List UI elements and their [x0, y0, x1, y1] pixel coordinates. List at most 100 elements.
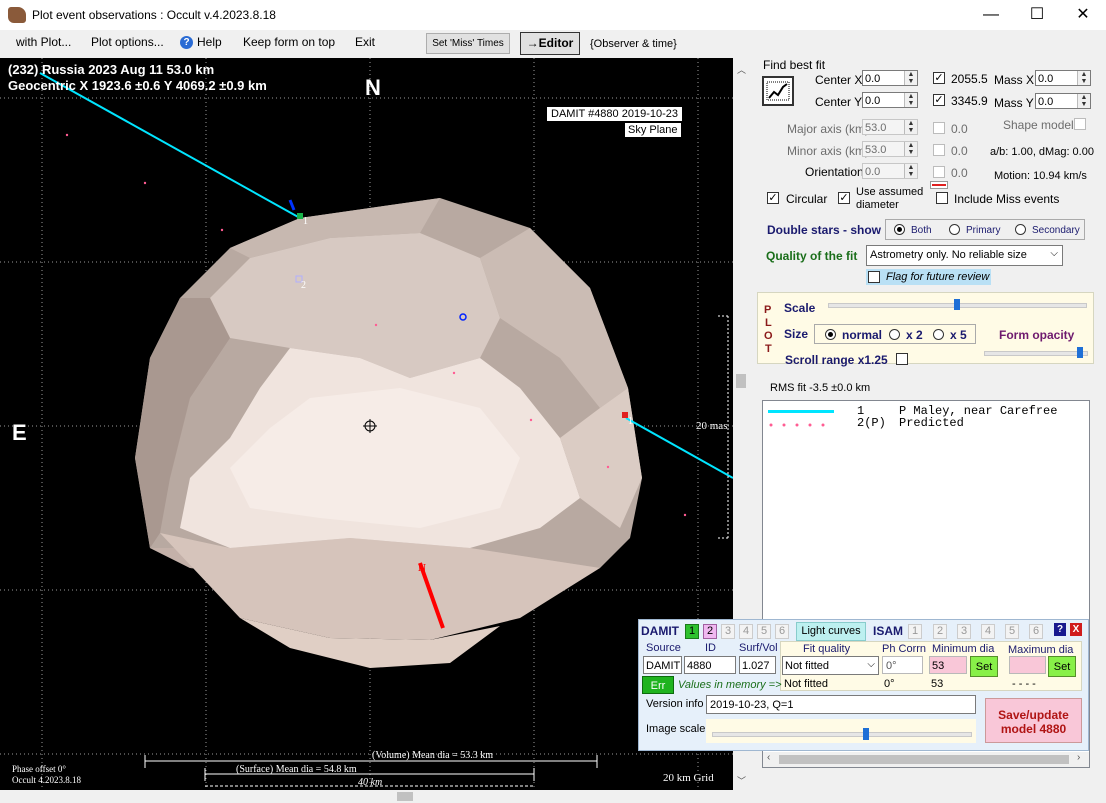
- major-axis-input[interactable]: 53.0 ▲ ▼: [862, 119, 918, 135]
- scroll-up-icon[interactable]: ︿: [737, 63, 746, 76]
- hscroll-thumb[interactable]: [397, 792, 413, 801]
- primary-radio[interactable]: [949, 224, 960, 235]
- isam-tab-2[interactable]: 2: [933, 624, 947, 639]
- maximize-button[interactable]: ☐: [1014, 0, 1060, 30]
- use-assumed-checkbox[interactable]: ✓: [838, 192, 850, 204]
- opacity-slider[interactable]: [984, 351, 1088, 356]
- isam-tab-6[interactable]: 6: [1029, 624, 1043, 639]
- isam-title: ISAM: [873, 624, 903, 638]
- light-curves-button[interactable]: Light curves: [796, 622, 866, 641]
- both-radio[interactable]: [894, 224, 905, 235]
- version-info-field[interactable]: 2019-10-23, Q=1: [706, 695, 976, 714]
- quality-fit-select[interactable]: Astrometry only. No reliable size ⌵: [866, 245, 1063, 266]
- damit-tab-2[interactable]: 2: [703, 624, 717, 639]
- fit-quality-select[interactable]: Not fitted ⌵: [782, 656, 879, 675]
- surfvol-field[interactable]: 1.027: [739, 656, 776, 674]
- scroll-range-checkbox[interactable]: [896, 353, 908, 365]
- menu-keep-on-top[interactable]: Keep form on top: [243, 35, 335, 49]
- isam-tab-5[interactable]: 5: [1005, 624, 1019, 639]
- north-label: N: [365, 75, 381, 100]
- min-dia-field[interactable]: 53: [929, 656, 967, 674]
- minimize-button[interactable]: —: [968, 0, 1014, 30]
- minor-fit-checkbox[interactable]: [933, 144, 945, 156]
- damit-tab-1[interactable]: 1: [685, 624, 699, 639]
- list-hscroll-thumb[interactable]: [779, 755, 1069, 764]
- isam-tab-3[interactable]: 3: [957, 624, 971, 639]
- spin-arrows-icon[interactable]: ▲ ▼: [904, 120, 917, 134]
- size-normal-label: normal: [842, 328, 883, 342]
- list-hscrollbar[interactable]: ‹ ›: [763, 752, 1089, 767]
- size-x5-radio[interactable]: [933, 329, 944, 340]
- chevron-down-icon: ⌵: [1050, 248, 1058, 259]
- major-fit-checkbox[interactable]: [933, 122, 945, 134]
- damit-tab-4[interactable]: 4: [739, 624, 753, 639]
- isam-tab-1[interactable]: 1: [908, 624, 922, 639]
- spin-arrows-icon[interactable]: ▲ ▼: [1077, 71, 1090, 85]
- size-normal-radio[interactable]: [825, 329, 836, 340]
- menu-exit[interactable]: Exit: [355, 35, 375, 49]
- save-update-button[interactable]: Save/update model 4880: [985, 698, 1082, 743]
- close-icon[interactable]: X: [1070, 623, 1082, 636]
- err-button[interactable]: Err: [642, 676, 674, 694]
- scroll-thumb[interactable]: [736, 374, 746, 388]
- spin-arrows-icon[interactable]: ▲ ▼: [904, 164, 917, 178]
- scroll-right-icon[interactable]: ›: [1077, 752, 1080, 763]
- set-min-button[interactable]: Set: [970, 656, 998, 677]
- editor-button[interactable]: →Editor: [520, 32, 580, 55]
- scroll-down-icon[interactable]: ﹀: [737, 774, 746, 787]
- help-icon[interactable]: ?: [180, 36, 193, 49]
- plot-header-line2: Geocentric X 1923.6 ±0.6 Y 4069.2 ±0.9 k…: [8, 78, 267, 93]
- max-dia-field[interactable]: [1009, 656, 1046, 674]
- color-swatch[interactable]: [930, 181, 948, 189]
- scale-slider-thumb[interactable]: [953, 299, 960, 310]
- secondary-radio[interactable]: [1015, 224, 1026, 235]
- opacity-slider-thumb[interactable]: [1077, 347, 1084, 358]
- isam-tab-4[interactable]: 4: [981, 624, 995, 639]
- damit-tab-6[interactable]: 6: [775, 624, 789, 639]
- image-scale-slider[interactable]: [712, 732, 972, 737]
- flag-review-checkbox[interactable]: [868, 271, 880, 283]
- set-max-button[interactable]: Set: [1048, 656, 1076, 677]
- save-model-label: model 4880: [1000, 722, 1067, 736]
- x-checkbox[interactable]: ✓: [933, 72, 945, 84]
- menu-with-plot[interactable]: with Plot...: [16, 35, 71, 49]
- spin-arrows-icon[interactable]: ▲ ▼: [904, 71, 917, 85]
- close-button[interactable]: ✕: [1060, 0, 1106, 30]
- image-scale-thumb[interactable]: [863, 728, 870, 740]
- ph-corr-field[interactable]: 0°: [882, 656, 923, 674]
- secondary-label: Secondary: [1032, 225, 1080, 236]
- mass-x-input[interactable]: 0.0 ▲ ▼: [1035, 70, 1091, 86]
- motion-label: Motion: 10.94 km/s: [994, 170, 1087, 182]
- spin-arrows-icon[interactable]: ▲ ▼: [904, 93, 917, 107]
- y-checkbox[interactable]: ✓: [933, 94, 945, 106]
- event-plot[interactable]: (232) Russia 2023 Aug 11 53.0 km Geocent…: [0, 58, 733, 790]
- center-x-input[interactable]: 0.0 ▲ ▼: [862, 70, 918, 86]
- scroll-left-icon[interactable]: ‹: [767, 752, 770, 763]
- set-miss-times-button[interactable]: Set 'Miss' Times: [426, 33, 510, 54]
- mass-y-input[interactable]: 0.0 ▲ ▼: [1035, 93, 1091, 109]
- size-x2-radio[interactable]: [889, 329, 900, 340]
- circular-checkbox[interactable]: ✓: [767, 192, 779, 204]
- spin-arrows-icon[interactable]: ▲ ▼: [1077, 94, 1090, 108]
- menu-plot-options[interactable]: Plot options...: [91, 35, 164, 49]
- damit-tab-5[interactable]: 5: [757, 624, 771, 639]
- include-miss-checkbox[interactable]: [936, 192, 948, 204]
- id-field[interactable]: 4880: [684, 656, 736, 674]
- help-icon[interactable]: ?: [1054, 623, 1066, 636]
- orientation-input[interactable]: 0.0 ▲ ▼: [862, 163, 918, 179]
- source-field[interactable]: DAMIT: [643, 656, 682, 674]
- title-bar: Plot event observations : Occult v.4.202…: [0, 0, 1106, 30]
- plot-l: L: [765, 317, 772, 329]
- image-scale-label: Image scale: [646, 723, 706, 735]
- spin-arrows-icon[interactable]: ▲ ▼: [904, 142, 917, 156]
- image-scale-area: [706, 719, 976, 743]
- shape-model-checkbox[interactable]: [1074, 118, 1086, 130]
- find-best-fit-button[interactable]: [762, 76, 794, 106]
- menu-help[interactable]: Help: [197, 35, 222, 49]
- orient-fit-checkbox[interactable]: [933, 166, 945, 178]
- minor-axis-input[interactable]: 53.0 ▲ ▼: [862, 141, 918, 157]
- plot-horizontal-scrollbar[interactable]: [0, 790, 733, 803]
- observer-time-label[interactable]: {Observer & time}: [590, 38, 677, 50]
- damit-tab-3[interactable]: 3: [721, 624, 735, 639]
- center-y-input[interactable]: 0.0 ▲ ▼: [862, 92, 918, 108]
